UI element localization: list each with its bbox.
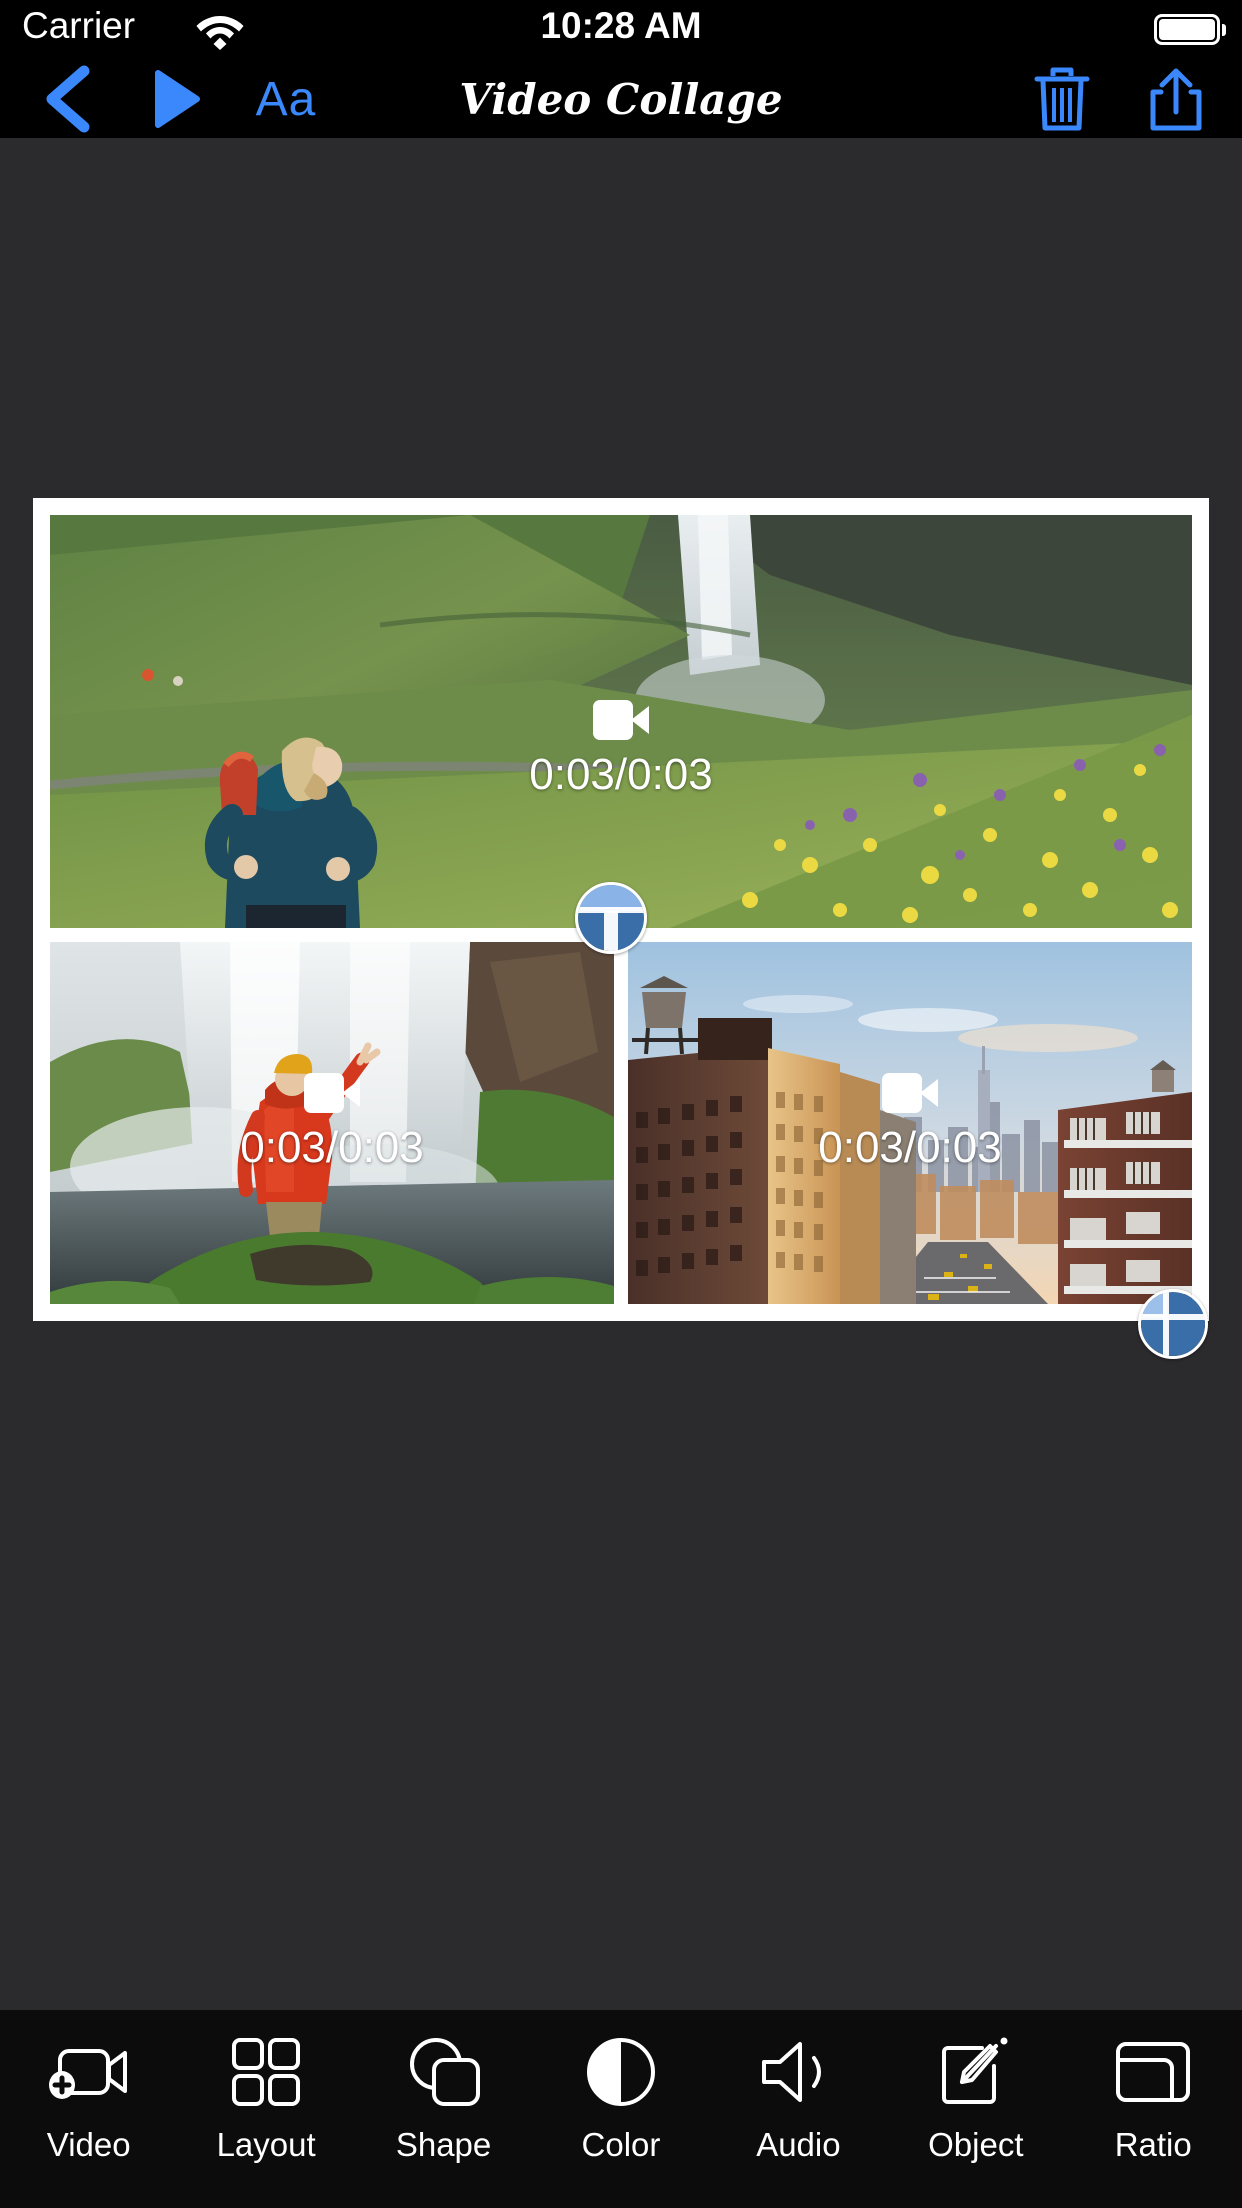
toolbar-label: Color <box>581 2126 661 2163</box>
video-thumbnail-city-skyline <box>628 942 1192 1304</box>
back-button[interactable] <box>16 60 116 138</box>
toolbar-item-layout[interactable]: Layout <box>186 2034 346 2164</box>
status-time: 10:28 AM <box>540 5 702 46</box>
toolbar-label: Shape <box>395 2126 492 2163</box>
toolbar-item-video[interactable]: Video <box>9 2034 169 2164</box>
toolbar-label: Audio <box>756 2126 841 2163</box>
battery-full-icon <box>1154 14 1220 45</box>
bottom-toolbar: Video Layout Shape Color Audio Object Ra… <box>0 2010 1242 2208</box>
toolbar-item-object[interactable]: Object <box>896 2034 1056 2164</box>
grid-layout-icon <box>230 2034 302 2110</box>
play-triangle-icon <box>155 70 200 128</box>
speaker-volume-icon <box>758 2034 838 2110</box>
video-thumbnail-hiker-hillside <box>50 515 1192 928</box>
share-up-arrow-icon <box>1150 68 1202 131</box>
chevron-left-icon <box>46 65 90 133</box>
video-thumbnail-waterfall-person <box>50 942 614 1304</box>
toolbar-item-shape[interactable]: Shape <box>364 2034 524 2164</box>
navigation-bar: Aa Video Collage <box>0 60 1242 138</box>
collage-cell-bottom-left[interactable]: 0:03/0:03 <box>50 942 614 1304</box>
toolbar-item-ratio[interactable]: Ratio <box>1073 2034 1233 2164</box>
battery-cap <box>1222 24 1226 36</box>
text-tool-label: Aa <box>255 72 317 126</box>
trash-icon <box>1034 67 1090 131</box>
toolbar-item-audio[interactable]: Audio <box>718 2034 878 2164</box>
toolbar-item-color[interactable]: Color <box>541 2034 701 2164</box>
video-add-icon <box>48 2034 129 2110</box>
pencil-square-icon <box>938 2034 1014 2110</box>
resize-corner-handle[interactable] <box>1138 1289 1208 1359</box>
toolbar-label: Video <box>46 2126 131 2163</box>
shape-overlap-icon <box>406 2034 482 2110</box>
editor-canvas[interactable]: 0:03/0:03 0:03/0:03 0:03/0:03 <box>0 138 1242 2010</box>
resize-divider-handle[interactable] <box>575 882 647 954</box>
contrast-half-circle-icon <box>586 2034 656 2110</box>
toolbar-label: Object <box>928 2126 1024 2163</box>
toolbar-label: Layout <box>216 2126 316 2163</box>
delete-button[interactable] <box>1012 60 1112 138</box>
collage-cell-bottom-right[interactable]: 0:03/0:03 <box>628 942 1192 1304</box>
collage-cell-top[interactable]: 0:03/0:03 <box>50 515 1192 928</box>
share-button[interactable] <box>1126 60 1226 138</box>
toolbar-label: Ratio <box>1114 2126 1192 2163</box>
play-button[interactable] <box>130 60 224 138</box>
text-tool-button[interactable]: Aa <box>236 60 336 138</box>
aspect-ratio-icon <box>1114 2034 1192 2110</box>
status-bar: Carrier 10:28 AM <box>0 0 1242 60</box>
